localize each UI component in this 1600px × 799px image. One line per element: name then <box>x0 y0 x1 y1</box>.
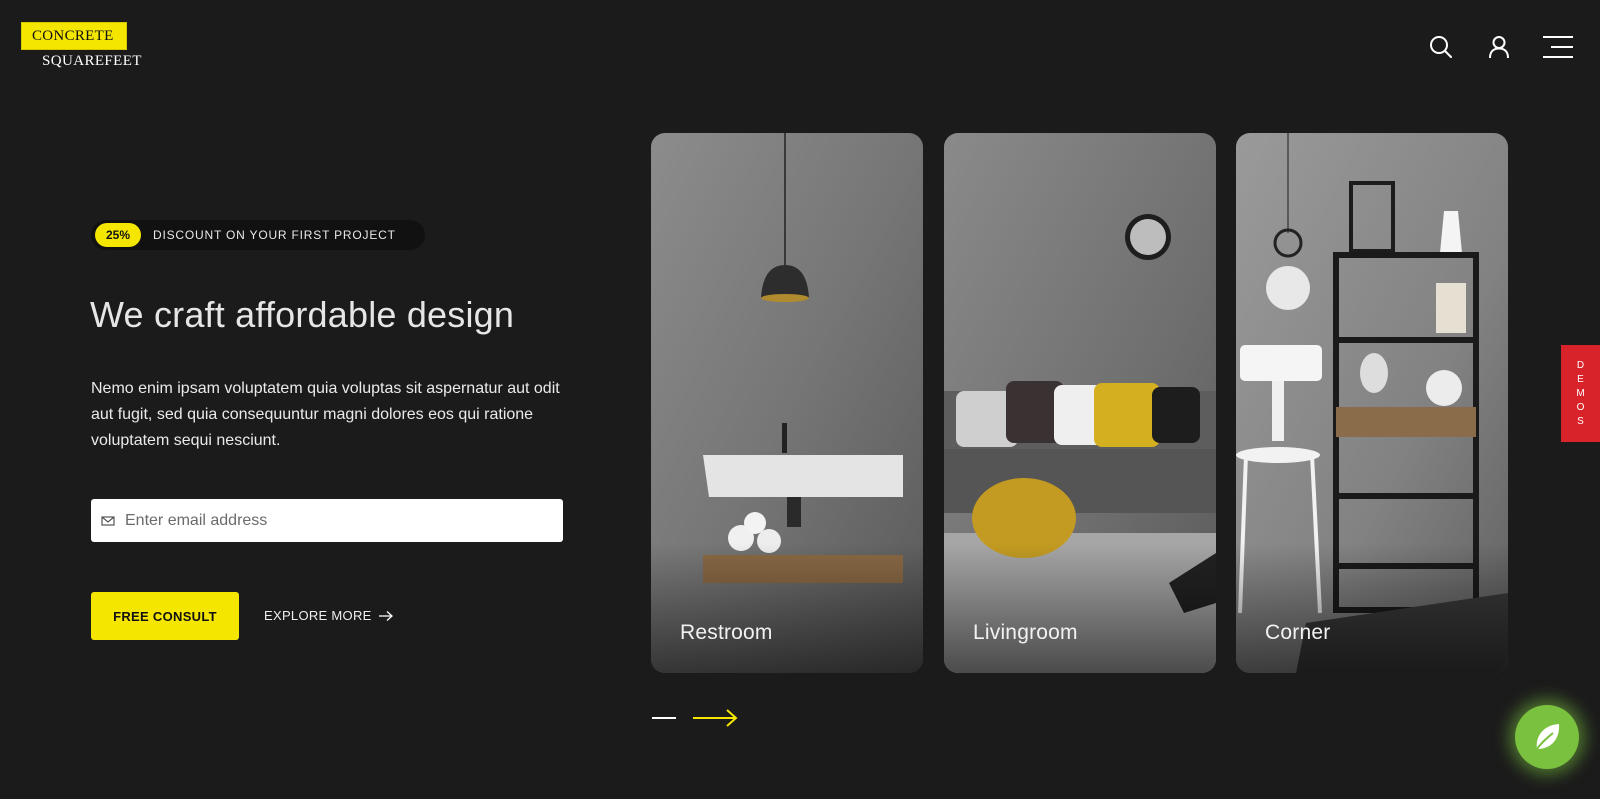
mail-icon <box>101 515 115 526</box>
hero-title: We craft affordable design <box>90 294 515 335</box>
hamburger-menu-icon[interactable] <box>1541 34 1575 60</box>
email-field[interactable] <box>91 499 563 542</box>
demos-side-tab[interactable]: D E M O S <box>1561 345 1600 442</box>
demos-letter: D <box>1576 359 1585 371</box>
user-icon[interactable] <box>1486 34 1512 60</box>
demos-letter: M <box>1576 387 1585 399</box>
card-shade <box>944 543 1216 673</box>
email-input[interactable] <box>125 511 545 530</box>
hero-description: Nemo enim ipsam voluptatem quia voluptas… <box>91 380 560 449</box>
slider-prev-dash[interactable] <box>652 717 676 719</box>
discount-text: DISCOUNT ON YOUR FIRST PROJECT <box>153 228 396 242</box>
card-shade <box>1236 543 1508 673</box>
discount-percent: 25% <box>95 223 142 247</box>
logo-top-text: CONCRETE <box>21 22 127 50</box>
room-card-livingroom[interactable]: Livingroom <box>944 133 1216 673</box>
room-card-corner[interactable]: Corner <box>1236 133 1508 673</box>
explore-more-link[interactable]: EXPLORE MORE <box>264 608 394 623</box>
card-shade <box>651 543 923 673</box>
demos-letter: S <box>1577 415 1584 427</box>
card-label: Corner <box>1265 621 1331 644</box>
slider-next-arrow-icon[interactable] <box>692 708 738 728</box>
page: CONCRETE SQUAREFEET 25% DISCOUNT ON YOUR… <box>0 0 1600 799</box>
explore-more-label: EXPLORE MORE <box>264 608 372 623</box>
discount-badge: 25% DISCOUNT ON YOUR FIRST PROJECT <box>91 220 425 250</box>
card-label: Livingroom <box>973 621 1078 644</box>
brand-logo[interactable]: CONCRETE SQUAREFEET <box>21 22 151 70</box>
search-icon[interactable] <box>1428 34 1454 60</box>
logo-bottom-text: SQUAREFEET <box>42 53 142 69</box>
free-consult-button[interactable]: FREE CONSULT <box>91 592 239 640</box>
card-label: Restroom <box>680 621 773 644</box>
chat-bubble-icon <box>1536 724 1560 750</box>
demos-letter: E <box>1577 373 1584 385</box>
slider-navigation <box>652 708 738 728</box>
arrow-right-icon <box>378 610 393 621</box>
demos-letter: O <box>1576 401 1585 413</box>
room-card-restroom[interactable]: Restroom <box>651 133 923 673</box>
chat-widget-button[interactable] <box>1515 705 1579 769</box>
